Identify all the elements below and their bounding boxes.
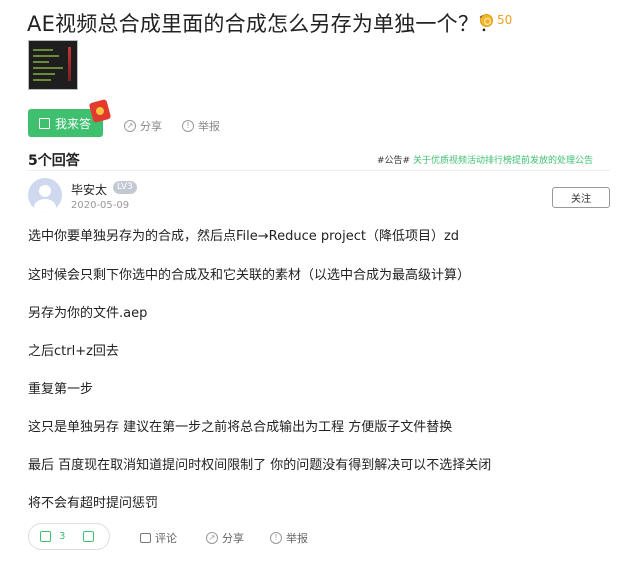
answer-paragraph: 重复第一步 [28, 382, 94, 397]
share-icon: ↗ [124, 120, 136, 132]
coin-icon [480, 13, 493, 27]
divider [27, 170, 610, 171]
thumbs-up-icon[interactable] [40, 531, 51, 542]
answer-share-label: 分享 [222, 532, 244, 545]
question-image-thumbnail[interactable] [28, 40, 78, 90]
thumbs-down-icon[interactable] [83, 531, 95, 542]
answer-paragraph: 另存为你的文件.aep [28, 306, 148, 321]
answer-count: 5个回答 [28, 153, 80, 169]
notice-tag: #公告# [377, 156, 411, 166]
notice-link[interactable]: 关于优质视频活动排行榜提前发放的处理公告 [413, 156, 593, 166]
share-button[interactable]: ↗ 分享 [124, 118, 162, 134]
report-label: 举报 [198, 120, 220, 133]
edit-icon [39, 117, 50, 129]
answer-button-label: 我来答 [55, 116, 92, 131]
answer-paragraph: 将不会有超时提问惩罚 [28, 496, 159, 511]
notice-bar[interactable]: #公告# 关于优质视频活动排行榜提前发放的处理公告 [377, 153, 593, 166]
answer-paragraph: 之后ctrl+z回去 [28, 344, 119, 359]
report-icon: ! [182, 120, 194, 132]
question-title: AE视频总合成里面的合成怎么另存为单独一个？？ [27, 12, 501, 36]
share-label: 分享 [140, 120, 162, 133]
follow-button[interactable]: 关注 [552, 187, 610, 208]
vote-box: 3 [28, 523, 110, 550]
answer-paragraph: 这时候会只剩下你选中的合成及和它关联的素材（以选中合成为最高级计算） [28, 268, 471, 283]
comment-icon [140, 533, 151, 543]
answer-report-label: 举报 [286, 532, 308, 545]
report-button[interactable]: ! 举报 [182, 118, 220, 134]
share-icon: ↗ [206, 532, 218, 544]
reward-amount: 50 [497, 13, 513, 27]
red-envelope-icon [88, 99, 112, 123]
answer-share-button[interactable]: ↗ 分享 [206, 530, 244, 546]
answer-report-button[interactable]: ! 举报 [270, 530, 308, 546]
answer-paragraph: 这只是单独另存 建议在第一步之前将总合成输出为工程 方便版子文件替换 [28, 420, 453, 435]
reward-badge: 50 [480, 13, 512, 27]
level-badge: LV3 [113, 181, 137, 194]
like-count: 3 [59, 531, 66, 542]
comment-button[interactable]: 评论 [140, 530, 177, 546]
answer-paragraph: 最后 百度现在取消知道提问时权间限制了 你的问题没有得到解决可以不选择关闭 [28, 458, 492, 473]
answer-username[interactable]: 毕安太 [71, 181, 107, 198]
answer-paragraph: 选中你要单独另存为的合成，然后点File→Reduce project（降低项目… [28, 229, 460, 244]
report-icon: ! [270, 532, 282, 544]
avatar[interactable] [28, 178, 62, 212]
comment-label: 评论 [155, 532, 177, 545]
answer-date: 2020-05-09 [71, 200, 130, 211]
